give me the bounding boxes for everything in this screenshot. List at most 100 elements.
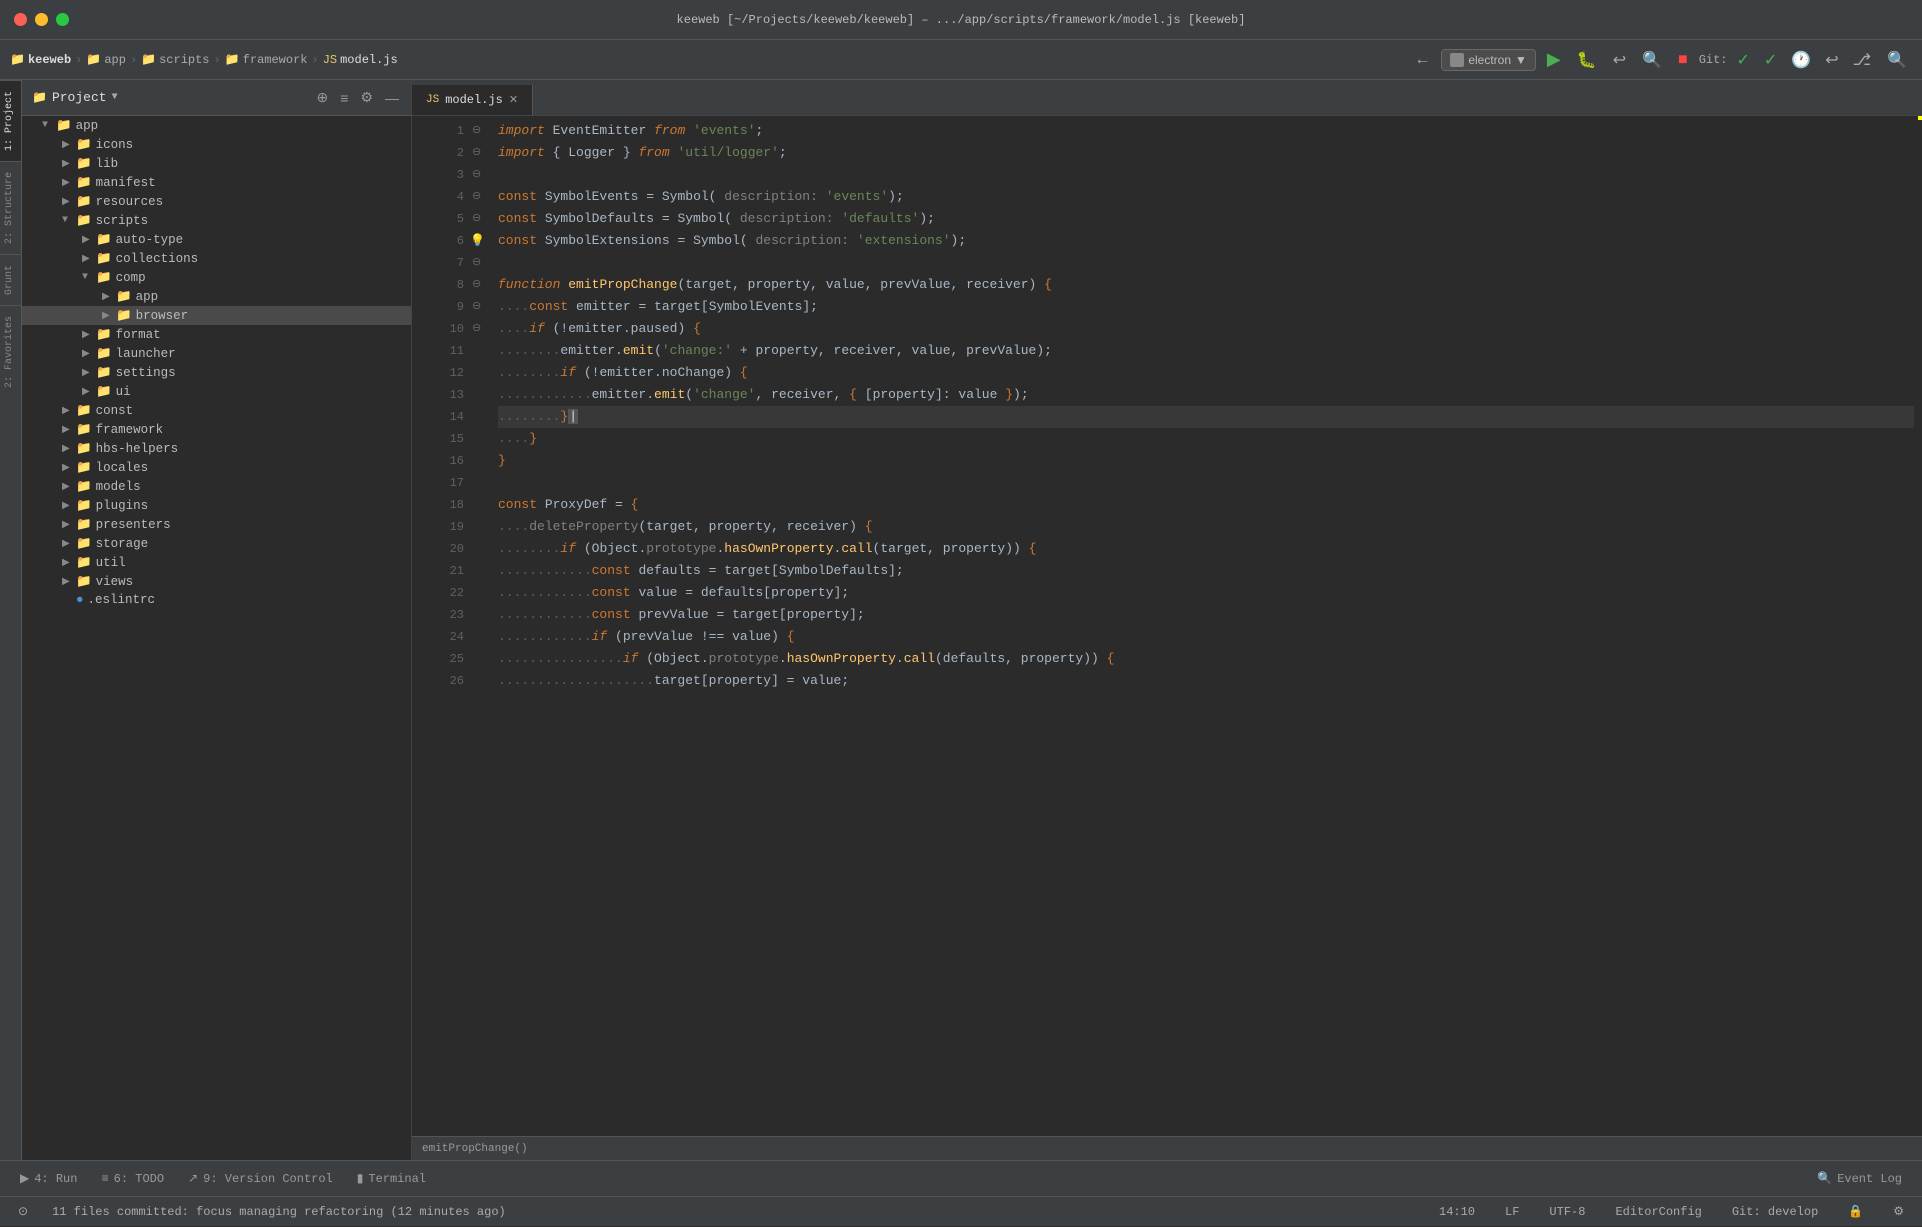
debug-button[interactable]: 🐛 [1572,47,1602,73]
tree-item-presenters[interactable]: ▶ 📁 presenters [22,515,411,534]
project-panel: 📁 Project ▼ ⊕ ≡ ⚙ — ▼ 📁 app ▶ [22,80,412,1160]
project-locate-button[interactable]: ⊕ [315,87,331,108]
tree-item-plugins[interactable]: ▶ 📁 plugins [22,496,411,515]
global-search-button[interactable]: 🔍 [1882,47,1912,73]
breadcrumb-app[interactable]: 📁 app [86,52,126,67]
line-numbers: 1234567891011121314151617181920212223242… [412,116,472,1136]
tree-item-scripts[interactable]: ▼ 📁 scripts [22,211,411,230]
side-tab-grunt[interactable]: Grunt [0,254,21,305]
fold-20[interactable]: ⊖ [472,274,490,296]
status-encoding[interactable]: UTF-8 [1541,1197,1593,1227]
tree-item-app[interactable]: ▼ 📁 app [22,116,411,135]
tree-item-util[interactable]: ▶ 📁 util [22,553,411,572]
fold-8[interactable]: ⊖ [472,164,490,186]
tree-item-manifest[interactable]: ▶ 📁 manifest [22,173,411,192]
status-line-ending[interactable]: LF [1497,1197,1527,1227]
fold-19[interactable]: ⊖ [472,252,490,274]
tab-close-button[interactable]: ✕ [509,93,518,107]
git-history[interactable]: 🕐 [1786,47,1816,73]
tree-item-hbs-helpers[interactable]: ▶ 📁 hbs-helpers [22,439,411,458]
status-editorconfig[interactable]: EditorConfig [1607,1197,1709,1227]
tree-item-storage[interactable]: ▶ 📁 storage [22,534,411,553]
project-minimize-button[interactable]: — [383,88,401,108]
code-line-21: ............const defaults = target[Symb… [498,560,1914,582]
project-header: 📁 Project ▼ ⊕ ≡ ⚙ — [22,80,411,116]
toolbar: 📁 keeweb › 📁 app › 📁 scripts › 📁 framewo… [0,40,1922,80]
code-line-1: import EventEmitter from 'events'; [498,120,1914,142]
status-vcs-icon[interactable]: ⊙ [10,1197,36,1227]
side-tab-project[interactable]: 1: Project [0,80,21,161]
project-settings-button[interactable]: ⚙ [358,87,375,108]
code-line-3 [498,164,1914,186]
search-btn[interactable]: 🔍 [1637,47,1667,73]
fold-2[interactable]: ⊖ [472,142,490,164]
tree-item-comp[interactable]: ▼ 📁 comp [22,268,411,287]
side-tab-favorites[interactable]: 2: Favorites [0,305,21,398]
bottom-tab-vcs[interactable]: ↗ 9: Version Control [178,1167,343,1190]
status-git-status[interactable]: 11 files committed: focus managing refac… [44,1197,514,1227]
tree-item-launcher[interactable]: ▶ 📁 launcher [22,344,411,363]
tree-item-views[interactable]: ▶ 📁 views [22,572,411,591]
close-button[interactable] [14,13,27,26]
bottom-tab-eventlog[interactable]: 🔍 Event Log [1807,1167,1912,1190]
stop-button[interactable]: ■ [1673,48,1693,72]
tree-item-icons[interactable]: ▶ 📁 icons [22,135,411,154]
bottom-tab-terminal[interactable]: ▮ Terminal [347,1167,436,1190]
status-lock-icon[interactable]: 🔒 [1840,1197,1871,1227]
electron-dropdown[interactable]: electron ▼ [1441,49,1536,71]
tree-item-locales[interactable]: ▶ 📁 locales [22,458,411,477]
tree-item-browser[interactable]: ▶ 📁 browser [22,306,411,325]
tree-item-const[interactable]: ▶ 📁 const [22,401,411,420]
tree-item-collections[interactable]: ▶ 📁 collections [22,249,411,268]
status-git-branch[interactable]: Git: develop [1724,1197,1826,1227]
git-check2[interactable]: ✓ [1759,47,1782,73]
code-line-22: ............const value = defaults[prope… [498,582,1914,604]
main-layout: 1: Project 2: Structure Grunt 2: Favorit… [0,80,1922,1160]
tree-item-framework[interactable]: ▶ 📁 framework [22,420,411,439]
code-line-16: } [498,450,1914,472]
fold-24[interactable]: ⊖ [472,296,490,318]
breadcrumb-framework[interactable]: 📁 framework [225,52,308,67]
git-undo[interactable]: ↩ [1820,47,1843,73]
bottom-tab-run[interactable]: ▶ 4: Run [10,1167,87,1190]
project-collapse-button[interactable]: ≡ [338,88,350,108]
fold-25[interactable]: ⊖ [472,318,490,340]
tree-item-settings[interactable]: ▶ 📁 settings [22,363,411,382]
code-line-13: ............emitter.emit('change', recei… [498,384,1914,406]
step-button[interactable]: ↩ [1608,47,1631,73]
maximize-button[interactable] [56,13,69,26]
run-button[interactable]: ▶ [1542,46,1566,73]
breadcrumb-scripts[interactable]: 📁 scripts [141,52,209,67]
code-content[interactable]: import EventEmitter from 'events'; impor… [490,116,1914,1136]
code-line-4: const SymbolEvents = Symbol( description… [498,186,1914,208]
bottom-tab-todo[interactable]: ≡ 6: TODO [91,1168,174,1190]
tree-item-lib[interactable]: ▶ 📁 lib [22,154,411,173]
breadcrumb-keeweb[interactable]: 📁 keeweb [10,52,71,67]
code-line-8: function emitPropChange(target, property… [498,274,1914,296]
minimize-button[interactable] [35,13,48,26]
code-line-25: ................if (Object.prototype.has… [498,648,1914,670]
tree-item-comp-app[interactable]: ▶ 📁 app [22,287,411,306]
tree-item-ui[interactable]: ▶ 📁 ui [22,382,411,401]
git-branch[interactable]: ⎇ [1848,47,1876,73]
window-controls[interactable] [14,13,69,26]
git-check1[interactable]: ✓ [1732,47,1755,73]
status-line-col[interactable]: 14:10 [1431,1197,1483,1227]
fold-1[interactable]: ⊖ [472,120,490,142]
side-tab-structure[interactable]: 2: Structure [0,161,21,254]
code-line-14: ........}| [498,406,1914,428]
status-settings-icon[interactable]: ⚙ [1885,1197,1912,1227]
titlebar: keeweb [~/Projects/keeweb/keeweb] – .../… [0,0,1922,40]
editor-area: JS model.js ✕ 12345678910111213141516171… [412,80,1922,1160]
fold-12[interactable]: ⊖ [472,208,490,230]
tab-model-js[interactable]: JS model.js ✕ [412,85,533,115]
breadcrumb-modeljs[interactable]: JS model.js [323,53,398,67]
tree-item-resources[interactable]: ▶ 📁 resources [22,192,411,211]
tree-item-models[interactable]: ▶ 📁 models [22,477,411,496]
tree-item-autotype[interactable]: ▶ 📁 auto-type [22,230,411,249]
fold-10[interactable]: ⊖ [472,186,490,208]
back-button[interactable]: ← [1409,48,1435,72]
tree-item-eslintrc[interactable]: ● .eslintrc [22,591,411,609]
code-line-23: ............const prevValue = target[pro… [498,604,1914,626]
tree-item-format[interactable]: ▶ 📁 format [22,325,411,344]
